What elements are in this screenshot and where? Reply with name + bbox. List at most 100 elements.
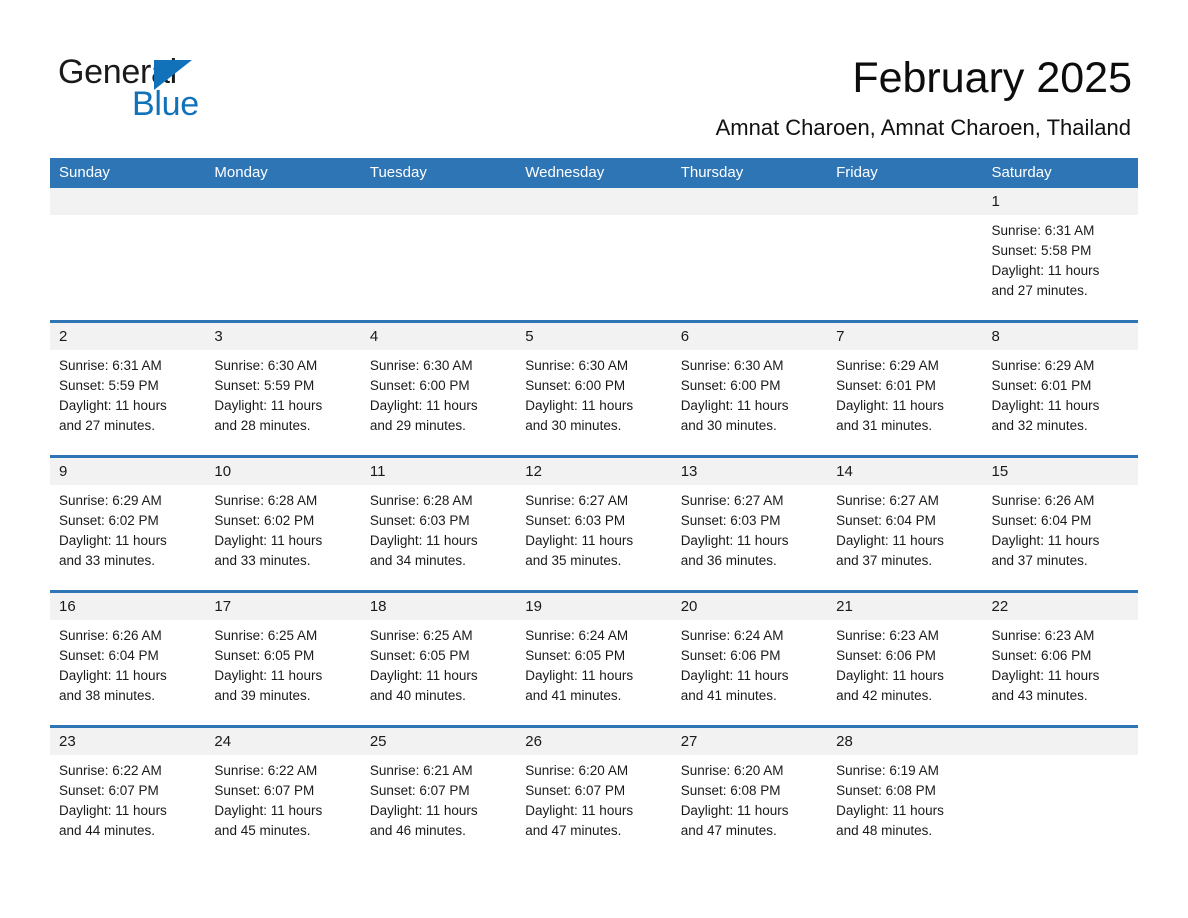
daylight-text: Daylight: 11 hours	[991, 263, 1100, 278]
calendar-day-cell-23[interactable]: 23 Sunrise: 6:22 AM Sunset: 6:07 PM Dayligh…	[50, 728, 206, 860]
page-subtitle: Amnat Charoen, Amnat Charoen, Thailand	[715, 115, 1131, 140]
calendar-day-cell-13[interactable]: 13 Sunrise: 6:27 AM Sunset: 6:03 PM Dayligh…	[671, 458, 828, 590]
daylight-text-cont: and 30 minutes.	[525, 418, 622, 433]
day-number: 7	[827, 323, 983, 350]
daylight-text-cont: and 36 minutes.	[680, 553, 777, 568]
calendar-day-cell-2[interactable]: 2 Sunrise: 6:31 AM Sunset: 5:59 PM Daylight…	[50, 323, 206, 455]
daylight-text-cont: and 44 minutes.	[59, 823, 156, 838]
calendar-day-cell-17[interactable]: 17 Sunrise: 6:25 AM Sunset: 6:05 PM Dayligh…	[205, 593, 361, 725]
daylight-text: Daylight: 11 hours	[59, 803, 167, 818]
sunrise-text: Sunrise: 6:28 AM	[214, 493, 318, 508]
calendar-day-cell-20[interactable]: 20 Sunrise: 6:24 AM Sunset: 6:06 PM Dayligh…	[671, 593, 828, 725]
day-number: 6	[671, 323, 828, 350]
daylight-text: Daylight: 11 hours	[369, 533, 478, 548]
day-details: Sunrise: 6:24 AM Sunset: 6:05 PM Daylight:…	[516, 620, 671, 710]
day-number	[205, 188, 361, 215]
calendar-day-cell-8[interactable]: 8 Sunrise: 6:29 AM Sunset: 6:01 PM Daylight…	[982, 323, 1138, 455]
daylight-text-cont: and 45 minutes.	[214, 823, 311, 838]
day-details: Sunrise: 6:26 AM Sunset: 6:04 PM Daylight:…	[983, 485, 1138, 575]
daylight-text: Daylight: 11 hours	[525, 398, 634, 413]
day-details	[361, 215, 516, 225]
day-details: Sunrise: 6:30 AM Sunset: 6:00 PM Daylight:…	[516, 350, 671, 440]
sunset-text: Sunset: 6:04 PM	[59, 648, 159, 663]
day-number: 22	[982, 593, 1138, 620]
sunrise-text: Sunrise: 6:27 AM	[836, 493, 939, 508]
daylight-text: Daylight: 11 hours	[214, 803, 323, 818]
day-number	[516, 188, 672, 215]
daylight-text: Daylight: 11 hours	[369, 668, 478, 683]
daylight-text: Daylight: 11 hours	[836, 668, 944, 683]
calendar-day-cell-18[interactable]: 18 Sunrise: 6:25 AM Sunset: 6:05 PM Dayligh…	[360, 593, 517, 725]
daylight-text: Daylight: 11 hours	[680, 533, 789, 548]
calendar-day-cell-9[interactable]: 9 Sunrise: 6:29 AM Sunset: 6:02 PM Daylight…	[50, 458, 206, 590]
day-of-week-friday: Friday	[836, 164, 878, 181]
daylight-text-cont: and 33 minutes.	[214, 553, 311, 568]
calendar-day-cell-empty	[205, 188, 361, 320]
calendar-day-cell-21[interactable]: 21 Sunrise: 6:23 AM Sunset: 6:06 PM Dayligh…	[827, 593, 983, 725]
calendar-day-cell-19[interactable]: 19 Sunrise: 6:24 AM Sunset: 6:05 PM Dayligh…	[516, 593, 672, 725]
sunrise-text: Sunrise: 6:30 AM	[525, 358, 629, 373]
calendar-day-cell-4[interactable]: 4 Sunrise: 6:30 AM Sunset: 6:00 PM Daylight…	[360, 323, 517, 455]
daylight-text: Daylight: 11 hours	[680, 803, 789, 818]
daylight-text-cont: and 41 minutes.	[525, 688, 622, 703]
sunrise-text: Sunrise: 6:28 AM	[369, 493, 473, 508]
calendar-day-cell-14[interactable]: 14 Sunrise: 6:27 AM Sunset: 6:04 PM Dayligh…	[827, 458, 983, 590]
daylight-text: Daylight: 11 hours	[59, 668, 167, 683]
calendar-day-cell-15[interactable]: 15 Sunrise: 6:26 AM Sunset: 6:04 PM Dayligh…	[982, 458, 1138, 590]
calendar-day-cell-5[interactable]: 5 Sunrise: 6:30 AM Sunset: 6:00 PM Daylight…	[516, 323, 672, 455]
day-details: Sunrise: 6:20 AM Sunset: 6:08 PM Daylight:…	[672, 755, 827, 845]
calendar-day-cell-16[interactable]: 16 Sunrise: 6:26 AM Sunset: 6:04 PM Dayligh…	[50, 593, 206, 725]
day-number: 10	[205, 458, 361, 485]
daylight-text-cont: and 32 minutes.	[991, 418, 1088, 433]
day-details: Sunrise: 6:29 AM Sunset: 6:02 PM Daylight:…	[50, 485, 205, 575]
calendar-day-cell-10[interactable]: 10 Sunrise: 6:28 AM Sunset: 6:02 PM Dayligh…	[205, 458, 361, 590]
daylight-text: Daylight: 11 hours	[991, 398, 1100, 413]
day-of-week-monday: Monday	[214, 164, 268, 181]
day-number: 1	[982, 188, 1138, 215]
day-details: Sunrise: 6:24 AM Sunset: 6:06 PM Daylight:…	[672, 620, 827, 710]
sunrise-text: Sunrise: 6:26 AM	[59, 628, 162, 643]
calendar-day-cell-24[interactable]: 24 Sunrise: 6:22 AM Sunset: 6:07 PM Dayligh…	[205, 728, 361, 860]
daylight-text-cont: and 27 minutes.	[991, 283, 1088, 298]
day-details: Sunrise: 6:25 AM Sunset: 6:05 PM Daylight:…	[361, 620, 516, 710]
sunrise-text: Sunrise: 6:20 AM	[680, 763, 784, 778]
daylight-text: Daylight: 11 hours	[836, 803, 944, 818]
calendar-day-cell-6[interactable]: 6 Sunrise: 6:30 AM Sunset: 6:00 PM Daylight…	[671, 323, 828, 455]
general-blue-logo[interactable]: General Blue	[58, 52, 358, 123]
day-details: Sunrise: 6:30 AM Sunset: 6:00 PM Daylight:…	[672, 350, 827, 440]
day-details: Sunrise: 6:28 AM Sunset: 6:03 PM Daylight:…	[361, 485, 516, 575]
calendar-day-cell-1[interactable]: 1 Sunrise: 6:31 AM Sunset: 5:58 PM Daylight…	[982, 188, 1138, 320]
calendar-day-cell-11[interactable]: 11 Sunrise: 6:28 AM Sunset: 6:03 PM Dayligh…	[360, 458, 517, 590]
daylight-text-cont: and 37 minutes.	[836, 553, 933, 568]
calendar-day-cell-empty	[671, 188, 828, 320]
calendar-day-cell-26[interactable]: 26 Sunrise: 6:20 AM Sunset: 6:07 PM Dayligh…	[516, 728, 672, 860]
calendar-day-cell-3[interactable]: 3 Sunrise: 6:30 AM Sunset: 5:59 PM Daylight…	[205, 323, 361, 455]
sunrise-text: Sunrise: 6:22 AM	[214, 763, 318, 778]
day-details: Sunrise: 6:27 AM Sunset: 6:04 PM Daylight:…	[827, 485, 982, 575]
day-number	[50, 188, 206, 215]
calendar-week-row: 16 Sunrise: 6:26 AM Sunset: 6:04 PM Dayligh…	[50, 590, 1138, 725]
sunrise-text: Sunrise: 6:25 AM	[369, 628, 473, 643]
daylight-text: Daylight: 11 hours	[59, 533, 167, 548]
sunrise-text: Sunrise: 6:27 AM	[525, 493, 629, 508]
daylight-text-cont: and 47 minutes.	[680, 823, 777, 838]
day-number: 14	[827, 458, 983, 485]
sunset-text: Sunset: 6:02 PM	[59, 513, 159, 528]
calendar-day-cell-25[interactable]: 25 Sunrise: 6:21 AM Sunset: 6:07 PM Dayligh…	[360, 728, 517, 860]
sunrise-text: Sunrise: 6:29 AM	[59, 493, 162, 508]
sunrise-text: Sunrise: 6:24 AM	[680, 628, 784, 643]
daylight-text-cont: and 41 minutes.	[680, 688, 777, 703]
sunset-text: Sunset: 6:07 PM	[59, 783, 159, 798]
sunset-text: Sunset: 6:00 PM	[369, 378, 470, 393]
daylight-text: Daylight: 11 hours	[680, 668, 789, 683]
calendar-day-cell-28[interactable]: 28 Sunrise: 6:19 AM Sunset: 6:08 PM Dayligh…	[827, 728, 983, 860]
calendar-day-cell-22[interactable]: 22 Sunrise: 6:23 AM Sunset: 6:06 PM Dayligh…	[982, 593, 1138, 725]
calendar-grid: Sunday Monday Tuesday Wednesday Thursday Frid…	[50, 158, 1138, 860]
sunset-text: Sunset: 6:06 PM	[991, 648, 1092, 663]
calendar-day-cell-27[interactable]: 27 Sunrise: 6:20 AM Sunset: 6:08 PM Dayligh…	[671, 728, 828, 860]
day-number: 15	[982, 458, 1138, 485]
calendar-day-cell-12[interactable]: 12 Sunrise: 6:27 AM Sunset: 6:03 PM Dayligh…	[516, 458, 672, 590]
calendar-day-cell-7[interactable]: 7 Sunrise: 6:29 AM Sunset: 6:01 PM Daylight…	[827, 323, 983, 455]
daylight-text-cont: and 34 minutes.	[369, 553, 466, 568]
calendar-day-cell-empty	[360, 188, 517, 320]
